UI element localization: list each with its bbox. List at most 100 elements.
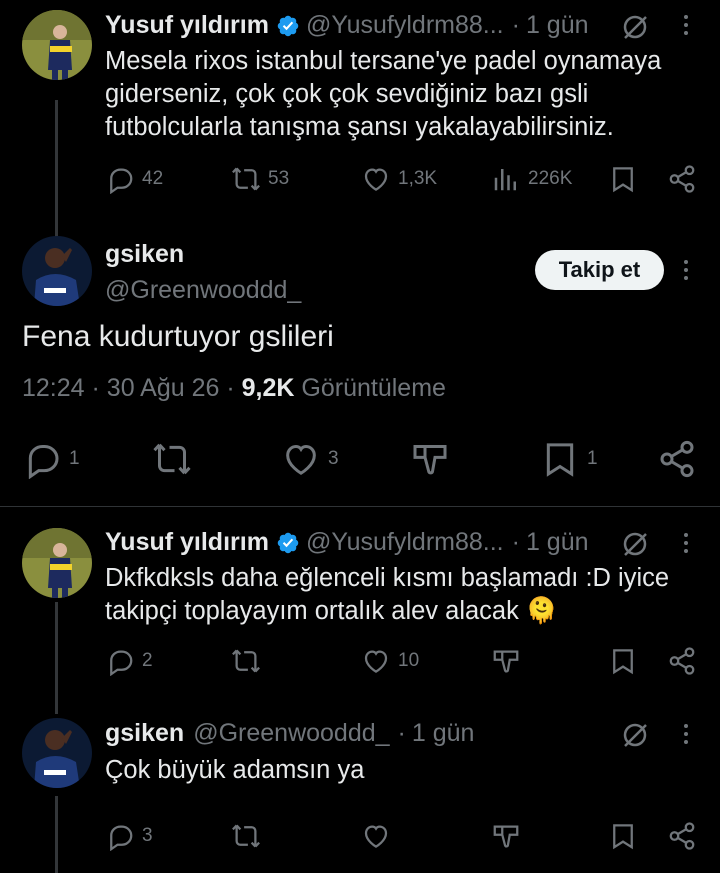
- share-icon: [669, 165, 695, 193]
- analytics-icon: [494, 169, 516, 191]
- share-icon: [669, 647, 695, 675]
- author-name[interactable]: gsiken: [105, 240, 184, 269]
- like-button[interactable]: 10: [361, 646, 419, 676]
- like-button[interactable]: 3: [281, 439, 339, 479]
- dislike-button[interactable]: [410, 439, 450, 479]
- bookmark-button[interactable]: 1: [540, 439, 598, 479]
- reply-button[interactable]: 42: [105, 164, 163, 194]
- reply-count: 1: [69, 448, 80, 469]
- tweet-header: Yusuf yıldırım @Yusufyldrm88... · 1 gün: [105, 11, 589, 40]
- avatar[interactable]: [22, 528, 92, 598]
- share-button[interactable]: [667, 821, 697, 851]
- tweet-header: gsiken @Greenwooddd_ · 1 gün: [105, 719, 474, 748]
- like-count: 1,3K: [398, 168, 438, 189]
- dislike-button[interactable]: [491, 646, 521, 676]
- like-button[interactable]: 1,3K: [361, 164, 437, 194]
- timestamp[interactable]: 1 gün: [526, 11, 589, 40]
- retweet-icon: [232, 167, 260, 191]
- thread-line: [55, 602, 58, 714]
- timestamp[interactable]: 1 gün: [412, 719, 475, 748]
- more-options-icon[interactable]: [674, 722, 698, 746]
- retweet-icon: [232, 824, 260, 848]
- separator: ·: [511, 528, 520, 556]
- avatar[interactable]: [22, 718, 92, 788]
- no-display-icon[interactable]: [620, 12, 650, 42]
- author-name[interactable]: Yusuf yıldırım: [105, 528, 269, 557]
- more-options-icon[interactable]: [674, 13, 698, 37]
- thumbs-down-icon: [493, 650, 519, 673]
- no-display-icon[interactable]: [620, 529, 650, 559]
- retweet-button[interactable]: [231, 646, 261, 676]
- views-count: 9,2K: [241, 374, 295, 402]
- more-options-icon[interactable]: [674, 531, 698, 555]
- author-handle[interactable]: @Greenwooddd_: [193, 719, 389, 748]
- views-label: Görüntüleme: [301, 374, 446, 402]
- share-button[interactable]: [667, 646, 697, 676]
- reply-button[interactable]: 2: [105, 646, 153, 676]
- retweet-button[interactable]: 53: [231, 164, 289, 194]
- bookmark-icon: [546, 443, 574, 477]
- views-button[interactable]: 226K: [491, 164, 572, 194]
- heart-icon: [364, 825, 388, 848]
- tweet-actions: 3: [105, 821, 701, 853]
- avatar[interactable]: [22, 10, 92, 80]
- tweet-text-line: Mesela rixos istanbul tersane'ye padel o…: [105, 47, 662, 75]
- share-icon: [669, 822, 695, 850]
- tweet-text: Fena kudurtuyor gslileri: [22, 320, 334, 353]
- retweet-button[interactable]: [231, 821, 261, 851]
- tweet-text: Çok büyük adamsın ya: [105, 754, 364, 787]
- bookmark-button[interactable]: [608, 164, 638, 194]
- reply-count: 2: [142, 650, 153, 671]
- follow-button[interactable]: Takip et: [535, 250, 664, 290]
- reply-button[interactable]: 1: [22, 439, 80, 479]
- tweet-date[interactable]: 30 Ağu 26: [107, 374, 220, 402]
- bookmark-count: 1: [587, 448, 598, 469]
- retweet-icon: [153, 443, 191, 475]
- reply-icon: [110, 168, 133, 194]
- reply-icon: [110, 825, 133, 851]
- share-button[interactable]: [657, 439, 697, 479]
- tweet-text-line: takipçi toplayayım ortalık alev alacak 🫠: [105, 597, 558, 625]
- heart-icon: [364, 168, 388, 191]
- tweet-actions: 2 10: [105, 646, 701, 678]
- reply-icon: [110, 650, 133, 676]
- like-count: 3: [328, 448, 339, 469]
- dislike-button[interactable]: [491, 821, 521, 851]
- separator: ·: [397, 719, 406, 747]
- tweet-meta: 12:24 · 30 Ağu 26 · 9,2K Görüntüleme: [22, 374, 446, 402]
- share-icon: [660, 440, 694, 478]
- tweet-text-line: giderseniz, çok çok çok sevdiğiniz bazı …: [105, 80, 589, 108]
- verified-badge-icon: [276, 531, 300, 555]
- like-button[interactable]: [361, 821, 391, 851]
- tweet-text-line: Çok büyük adamsın ya: [105, 756, 365, 784]
- author-handle[interactable]: @Yusufyldrm88...: [306, 11, 504, 40]
- no-display-icon[interactable]: [620, 720, 650, 750]
- verified-badge-icon: [276, 14, 300, 38]
- bookmark-button[interactable]: [608, 646, 638, 676]
- author-handle[interactable]: @Greenwooddd_: [105, 276, 301, 305]
- divider: [0, 506, 720, 507]
- separator: ·: [511, 11, 520, 39]
- author-handle[interactable]: @Yusufyldrm88...: [306, 528, 504, 557]
- retweet-icon: [232, 649, 260, 673]
- avatar[interactable]: [22, 236, 92, 306]
- reply-count: 3: [142, 825, 153, 846]
- bookmark-icon: [613, 824, 633, 850]
- tweet-text: Dkfkdksls daha eğlenceli kısmı başlamadı…: [105, 562, 669, 628]
- thread-line: [55, 100, 58, 238]
- heart-icon: [364, 650, 388, 673]
- reply-icon: [28, 445, 59, 479]
- thumbs-down-icon: [493, 825, 519, 848]
- bookmark-button[interactable]: [608, 821, 638, 851]
- author-name[interactable]: gsiken: [105, 719, 184, 748]
- timestamp[interactable]: 1 gün: [526, 528, 589, 557]
- like-count: 10: [398, 650, 420, 671]
- reply-button[interactable]: 3: [105, 821, 153, 851]
- tweet-actions: 42 53 1,3K 226K: [105, 164, 701, 196]
- more-options-icon[interactable]: [674, 258, 698, 282]
- bookmark-icon: [613, 649, 633, 675]
- tweet-time[interactable]: 12:24: [22, 374, 85, 402]
- author-name[interactable]: Yusuf yıldırım: [105, 11, 269, 40]
- retweet-button[interactable]: [152, 439, 192, 479]
- share-button[interactable]: [667, 164, 697, 194]
